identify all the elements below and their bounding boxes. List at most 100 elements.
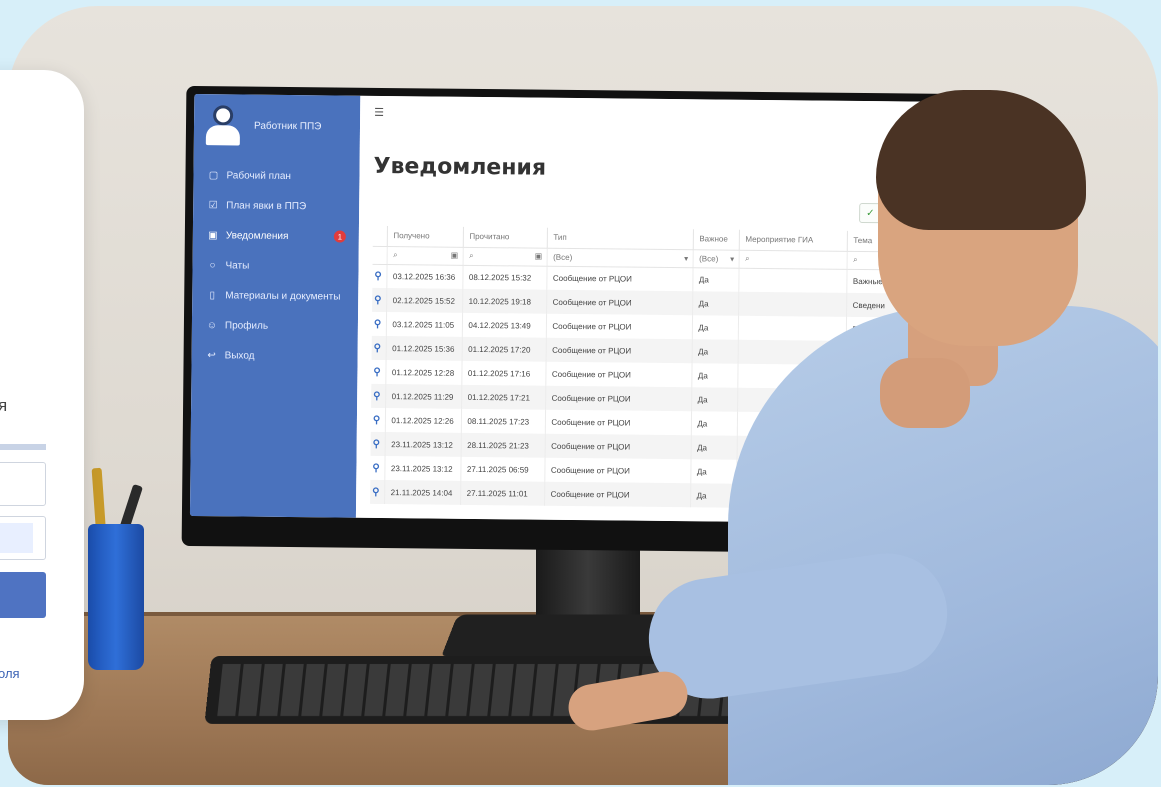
calendar-icon: ▣ xyxy=(534,251,543,261)
document-icon: ▯ xyxy=(209,289,216,301)
notification-badge: 1 xyxy=(333,230,346,243)
sidebar-item-label: Выход xyxy=(224,349,255,362)
view-details-icon[interactable]: ⚲ xyxy=(373,366,380,377)
sidebar-item-work-plan[interactable]: ▢ Рабочий план xyxy=(193,160,359,192)
logout-icon: ↩ xyxy=(207,349,216,361)
view-details-icon[interactable]: ⚲ xyxy=(374,294,381,305)
sidebar-item-chats[interactable]: ○ Чаты xyxy=(192,250,358,282)
person-hair xyxy=(876,90,1086,230)
cell-event xyxy=(738,267,847,293)
avatar-icon xyxy=(205,105,241,146)
sidebar-item-label: Уведомления xyxy=(225,229,289,242)
cell-important: Да xyxy=(691,363,738,388)
chevron-down-icon: ▾ xyxy=(684,253,689,263)
sidebar: Работник ППЭ ▢ Рабочий план ☑ План явки … xyxy=(189,94,361,518)
search-icon: ⌕ xyxy=(745,253,750,263)
search-icon: ⌕ xyxy=(469,250,474,260)
cell-received: 02.12.2025 15:52 xyxy=(386,288,463,313)
cell-read: 01.12.2025 17:21 xyxy=(461,384,546,410)
cell-received: 21.11.2025 14:04 xyxy=(384,480,461,505)
cell-read: 27.11.2025 11:01 xyxy=(460,480,545,506)
search-icon: ⌕ xyxy=(393,250,398,260)
column-header-type[interactable]: Тип xyxy=(546,227,693,250)
login-button[interactable] xyxy=(0,572,46,618)
cell-event xyxy=(738,291,847,317)
page-title: Уведомления xyxy=(373,153,547,181)
cell-type: Сообщение от РЦОИ xyxy=(544,409,692,436)
view-details-icon[interactable]: ⚲ xyxy=(374,318,381,329)
cell-type: Сообщение от РЦОИ xyxy=(545,361,692,388)
filter-received[interactable]: ⌕ ▣ xyxy=(386,246,463,265)
password-field[interactable] xyxy=(0,516,46,560)
sidebar-item-label: Профиль xyxy=(224,319,269,332)
user-icon: ☺ xyxy=(206,319,218,331)
filter-type-select[interactable]: (Все) ▾ xyxy=(546,247,693,268)
column-header-received[interactable]: Получено xyxy=(386,226,463,247)
sidebar-item-label: Материалы и документы xyxy=(225,289,341,303)
view-details-icon[interactable]: ⚲ xyxy=(374,271,381,282)
cell-read: 04.12.2025 13:49 xyxy=(461,312,547,338)
sidebar-item-materials[interactable]: ▯ Материалы и документы xyxy=(192,280,358,312)
cell-type: Сообщение от РЦОИ xyxy=(544,457,691,484)
profile[interactable]: Работник ППЭ xyxy=(194,94,361,158)
menu-toggle-icon[interactable]: ☰ xyxy=(374,106,384,119)
login-title: я xyxy=(0,396,8,415)
chat-icon: ○ xyxy=(209,259,216,271)
sidebar-item-logout[interactable]: ↩ Выход xyxy=(191,340,357,372)
sidebar-item-notifications[interactable]: ▣ Уведомления 1 xyxy=(193,220,359,252)
cell-important: Да xyxy=(692,267,739,292)
view-details-icon[interactable]: ⚲ xyxy=(373,390,380,401)
calendar-icon: ▢ xyxy=(208,169,219,181)
cell-read: 08.12.2025 15:32 xyxy=(462,264,547,290)
calendar-check-icon: ☑ xyxy=(208,199,218,211)
view-details-icon[interactable]: ⚲ xyxy=(372,462,379,473)
chevron-down-icon: ▾ xyxy=(730,254,735,264)
view-details-icon[interactable]: ⚲ xyxy=(372,486,379,497)
column-header-read[interactable]: Прочитано xyxy=(462,226,547,248)
column-header-important[interactable]: Важное xyxy=(692,229,739,250)
inbox-icon: ▣ xyxy=(208,229,218,241)
cell-received: 03.12.2025 16:36 xyxy=(386,264,463,289)
sidebar-item-label: Чаты xyxy=(225,259,250,272)
cell-important: Да xyxy=(691,339,738,364)
cell-read: 01.12.2025 17:20 xyxy=(461,336,546,362)
view-details-icon[interactable]: ⚲ xyxy=(373,438,380,449)
cell-received: 03.12.2025 11:05 xyxy=(385,312,463,337)
sidebar-item-label: Рабочий план xyxy=(226,169,292,182)
cell-received: 01.12.2025 12:26 xyxy=(384,408,462,433)
login-field[interactable] xyxy=(0,462,46,506)
cell-received: 23.11.2025 13:12 xyxy=(384,456,461,481)
cell-received: 01.12.2025 15:36 xyxy=(385,336,462,361)
login-card: я оля xyxy=(0,70,84,720)
filter-event[interactable]: ⌕ xyxy=(738,249,847,269)
cell-read: 08.11.2025 17:23 xyxy=(460,408,546,434)
cell-read: 27.11.2025 06:59 xyxy=(460,456,545,482)
cell-event xyxy=(737,315,847,341)
cell-type: Сообщение от РЦОИ xyxy=(545,313,693,340)
login-tabs[interactable] xyxy=(0,444,46,450)
photo-scene: Работник ППЭ ▢ Рабочий план ☑ План явки … xyxy=(8,6,1158,785)
sidebar-item-profile[interactable]: ☺ Профиль xyxy=(192,310,358,342)
cell-type: Сообщение от РЦОИ xyxy=(545,337,692,364)
view-details-icon[interactable]: ⚲ xyxy=(373,414,380,425)
view-details-icon[interactable]: ⚲ xyxy=(374,342,381,353)
filter-read[interactable]: ⌕ ▣ xyxy=(462,246,547,266)
cell-read: 28.11.2025 21:23 xyxy=(460,432,545,458)
column-header-view xyxy=(372,225,387,247)
sidebar-item-attendance-plan[interactable]: ☑ План явки в ППЭ xyxy=(193,190,359,222)
cell-type: Сообщение от РЦОИ xyxy=(544,481,691,508)
cell-important: Да xyxy=(691,387,738,412)
column-header-event[interactable]: Мероприятие ГИА xyxy=(738,229,847,251)
cell-type: Сообщение от РЦОИ xyxy=(546,265,693,292)
cell-received: 01.12.2025 12:28 xyxy=(385,360,462,385)
filter-important-select[interactable]: (Все) ▾ xyxy=(692,249,739,268)
cell-important: Да xyxy=(690,411,738,436)
forgot-password-link[interactable]: оля xyxy=(0,666,20,681)
pen-cup xyxy=(88,524,144,670)
cell-type: Сообщение от РЦОИ xyxy=(546,289,693,316)
sidebar-nav: ▢ Рабочий план ☑ План явки в ППЭ ▣ Уведо… xyxy=(191,160,359,372)
cell-type: Сообщение от РЦОИ xyxy=(544,433,691,460)
search-icon: ⌕ xyxy=(853,254,858,264)
cell-received: 01.12.2025 11:29 xyxy=(385,384,462,409)
cell-important: Да xyxy=(692,291,739,316)
